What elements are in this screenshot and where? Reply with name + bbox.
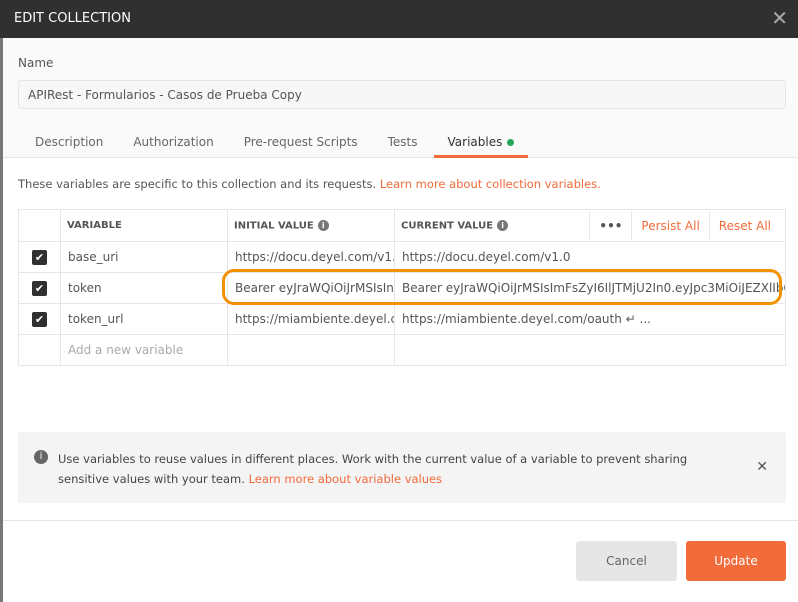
close-icon[interactable]: ✕ [771, 6, 788, 30]
dialog-header: EDIT COLLECTION ✕ [0, 0, 798, 38]
status-dot-icon [507, 139, 515, 146]
variable-cell[interactable]: token_url [60, 303, 228, 335]
initial-value-cell[interactable]: https://miambiente.deyel.c [227, 303, 395, 335]
add-variable-row: Add a new variable [18, 334, 786, 366]
table-row: ✔ token_url https://miambiente.deyel.c h… [18, 303, 786, 335]
variable-cell[interactable]: token [60, 272, 228, 304]
checkbox-column-header [18, 209, 61, 242]
persist-all-button[interactable]: Persist All [631, 211, 708, 240]
variable-column-header: VARIABLE [60, 209, 228, 242]
variables-table: VARIABLE INITIAL VALUE i CURRENT VALUE i •… [18, 209, 786, 366]
checkbox-base-uri[interactable]: ✔ [32, 249, 47, 265]
update-button[interactable]: Update [686, 541, 786, 581]
initial-value-column-header: INITIAL VALUE i [227, 209, 395, 242]
tab-bar: Description Authorization Pre-request Sc… [21, 132, 530, 158]
initial-value-cell[interactable]: Bearer eyJraWQiOiJrMSIsIn [227, 272, 395, 304]
table-row: ✔ base_uri https://docu.deyel.com/v1.0 h… [18, 241, 786, 273]
name-label: Name [18, 56, 54, 70]
checkbox-token[interactable]: ✔ [32, 280, 47, 296]
tab-authorization[interactable]: Authorization [119, 132, 227, 158]
intro-text: These variables are specific to this col… [18, 177, 601, 191]
initial-value-cell[interactable]: https://docu.deyel.com/v1.0 [227, 241, 395, 273]
current-value-cell[interactable]: https://miambiente.deyel.com/oauth ↵ ... [394, 303, 786, 335]
tab-pre-request-scripts[interactable]: Pre-request Scripts [230, 132, 372, 158]
footer-divider [3, 520, 798, 521]
name-section: Name Description Authorization Pre-reque… [3, 38, 798, 158]
info-banner: i Use variables to reuse values in diffe… [18, 432, 786, 503]
tab-description[interactable]: Description [21, 132, 117, 158]
more-options-button[interactable]: ••• [589, 211, 631, 240]
current-value-cell[interactable]: Bearer eyJraWQiOiJrMSIsImFsZyI6IlJTMjU2I… [394, 272, 786, 304]
info-icon[interactable]: i [317, 219, 329, 231]
tab-tests[interactable]: Tests [374, 132, 432, 158]
cancel-button[interactable]: Cancel [576, 541, 677, 581]
dialog-title: EDIT COLLECTION [14, 11, 131, 26]
add-variable-input[interactable]: Add a new variable [60, 334, 228, 366]
tab-label: Variables [447, 135, 503, 149]
tab-variables[interactable]: Variables [433, 132, 529, 158]
close-icon[interactable]: ✕ [756, 459, 768, 475]
learn-more-variable-values-link[interactable]: Learn more about variable values [249, 472, 443, 486]
info-icon[interactable]: i [497, 219, 509, 231]
checkbox-token-url[interactable]: ✔ [32, 311, 47, 327]
learn-more-collection-variables-link[interactable]: Learn more about collection variables. [380, 177, 601, 191]
current-value-cell[interactable]: https://docu.deyel.com/v1.0 [394, 241, 786, 273]
info-icon: i [34, 450, 48, 464]
current-value-column-header: CURRENT VALUE i ••• Persist All Reset All [394, 209, 786, 242]
reset-all-button[interactable]: Reset All [708, 211, 779, 240]
name-input[interactable] [18, 80, 786, 109]
table-header: VARIABLE INITIAL VALUE i CURRENT VALUE i •… [18, 209, 786, 242]
variable-cell[interactable]: base_uri [60, 241, 228, 273]
table-row: ✔ token Bearer eyJraWQiOiJrMSIsIn Bearer… [18, 272, 786, 304]
intro-description: These variables are specific to this col… [18, 177, 377, 191]
